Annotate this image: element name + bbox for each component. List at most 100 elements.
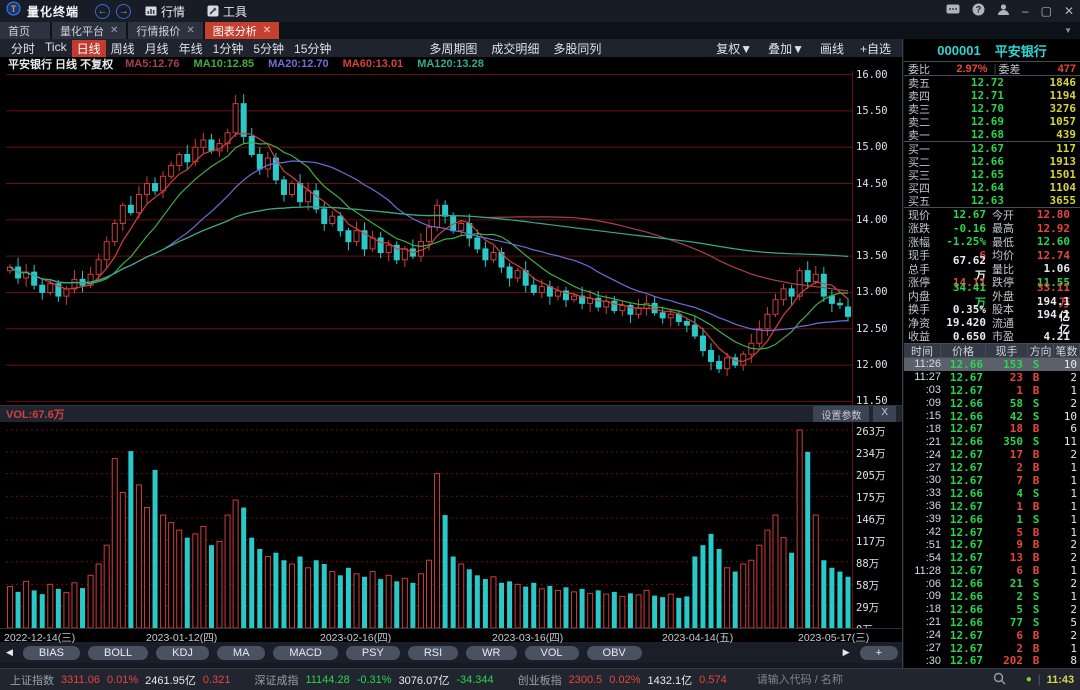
index-name: 上证指数	[10, 672, 54, 688]
tool-button-+自选[interactable]: +自选	[855, 40, 896, 57]
indicator-button-WR[interactable]: WR	[466, 646, 516, 660]
tab-close-icon[interactable]: ✕	[263, 25, 271, 36]
tick-row[interactable]: :0612.6621S2	[904, 577, 1080, 590]
period-button-分时[interactable]: 分时	[6, 40, 40, 57]
volume-settings-button[interactable]: 设置参数	[813, 406, 869, 423]
tick-row[interactable]: :1812.6718B6	[904, 422, 1080, 435]
tick-row[interactable]: :2412.6717B2	[904, 448, 1080, 461]
back-button[interactable]: ←	[95, 4, 110, 19]
indicator-add-button[interactable]: +	[860, 646, 898, 660]
tab-overflow-icon[interactable]: ▼	[1056, 22, 1080, 39]
tick-row[interactable]: :5412.6713B2	[904, 551, 1080, 564]
ask-row[interactable]: 卖一12.68439	[904, 128, 1080, 141]
tick-count: 10	[1049, 358, 1077, 371]
indicator-button-RSI[interactable]: RSI	[408, 646, 458, 660]
close-button[interactable]: ✕	[1064, 4, 1074, 18]
svg-text:?: ?	[976, 5, 982, 15]
volume-close-button[interactable]: X	[873, 406, 896, 423]
tick-row[interactable]: 11:2812.676B1	[904, 564, 1080, 577]
indicator-button-OBV[interactable]: OBV	[587, 646, 642, 660]
user-icon[interactable]	[997, 3, 1010, 19]
tick-row[interactable]: :3312.664S1	[904, 487, 1080, 500]
tool-button-复权▼[interactable]: 复权▼	[711, 40, 757, 57]
price-tick-label: 15.50	[856, 105, 888, 117]
indicator-button-BIAS[interactable]: BIAS	[23, 646, 80, 660]
tick-row[interactable]: :2712.672B1	[904, 642, 1080, 655]
tick-row[interactable]: :5112.679B2	[904, 538, 1080, 551]
bid-row[interactable]: 买五12.633655	[904, 194, 1080, 207]
forward-button[interactable]: →	[116, 4, 131, 19]
view-button-成交明细[interactable]: 成交明细	[486, 40, 544, 57]
period-button-15分钟[interactable]: 15分钟	[289, 40, 336, 57]
tab-行情报价[interactable]: 行情报价✕	[128, 22, 202, 39]
candlestick-chart[interactable]: 16.0015.5015.0014.5014.0013.5013.0012.50…	[0, 71, 902, 405]
period-button-1分钟[interactable]: 1分钟	[208, 40, 249, 57]
tick-row[interactable]: :1512.6642S10	[904, 410, 1080, 423]
price-tick-label: 13.00	[856, 286, 888, 298]
search-icon[interactable]	[993, 672, 1006, 688]
tool-button-画线[interactable]: 画线	[815, 40, 849, 57]
tick-direction: B	[1023, 551, 1049, 564]
tick-direction: B	[1023, 500, 1049, 513]
tick-row[interactable]: :2112.66350S11	[904, 435, 1080, 448]
tab-close-icon[interactable]: ✕	[186, 25, 194, 36]
tick-row[interactable]: :2412.676B2	[904, 629, 1080, 642]
tick-row[interactable]: :0912.662S1	[904, 590, 1080, 603]
index-change: 0.321	[203, 674, 231, 686]
indicator-button-KDJ[interactable]: KDJ	[156, 646, 209, 660]
tab-首页[interactable]: 首页	[0, 22, 50, 39]
stock-search-input[interactable]	[757, 674, 987, 686]
message-icon[interactable]	[946, 4, 960, 19]
tab-图表分析[interactable]: 图表分析✕	[205, 22, 279, 39]
tick-count: 1	[1049, 461, 1077, 474]
help-icon[interactable]: ?	[972, 3, 985, 19]
minimize-button[interactable]: –	[1022, 4, 1029, 18]
period-button-年线[interactable]: 年线	[174, 40, 208, 57]
tick-count: 1	[1049, 590, 1077, 603]
tick-row[interactable]: :1812.665S2	[904, 603, 1080, 616]
view-button-多股同列[interactable]: 多股同列	[548, 40, 606, 57]
period-button-月线[interactable]: 月线	[140, 40, 174, 57]
tab-量化平台[interactable]: 量化平台✕	[52, 22, 126, 39]
period-button-周线[interactable]: 周线	[106, 40, 140, 57]
tick-row[interactable]: :2112.6677S5	[904, 616, 1080, 629]
view-button-多周期图[interactable]: 多周期图	[424, 40, 482, 57]
tab-close-icon[interactable]: ✕	[110, 25, 118, 36]
tick-price: 12.66	[941, 410, 983, 423]
period-button-日线[interactable]: 日线	[72, 40, 106, 57]
tick-count: 5	[1049, 616, 1077, 629]
candlestick-svg	[0, 71, 903, 405]
tick-row[interactable]: :2712.672B1	[904, 461, 1080, 474]
tick-volume: 18	[983, 422, 1023, 435]
tick-row[interactable]: 11:2612.66153S10	[904, 358, 1080, 371]
indicator-button-PSY[interactable]: PSY	[346, 646, 400, 660]
tick-row[interactable]: :0312.671B1	[904, 384, 1080, 397]
period-buttons: 分时Tick日线周线月线年线1分钟5分钟15分钟	[6, 40, 336, 57]
indicator-button-MA[interactable]: MA	[217, 646, 266, 660]
detail-value: -0.16	[944, 222, 992, 235]
period-button-Tick[interactable]: Tick	[40, 40, 72, 57]
tick-direction: S	[1023, 358, 1049, 371]
tick-time: 11:27	[907, 371, 941, 383]
detail-value: 12.60	[1028, 235, 1076, 248]
level-volume: 1194	[1030, 89, 1076, 102]
tick-row[interactable]: :3012.677B1	[904, 474, 1080, 487]
tick-time: :09	[907, 397, 941, 409]
tick-row[interactable]: :0912.6658S2	[904, 397, 1080, 410]
tick-row[interactable]: 11:2712.6723B2	[904, 371, 1080, 384]
menu-quotes[interactable]: 行情	[137, 3, 193, 20]
maximize-button[interactable]: ▢	[1041, 4, 1052, 18]
period-button-5分钟[interactable]: 5分钟	[248, 40, 289, 57]
tick-row[interactable]: :3912.661S1	[904, 513, 1080, 526]
tick-row[interactable]: :4212.675B1	[904, 526, 1080, 539]
indicator-button-BOLL[interactable]: BOLL	[88, 646, 148, 660]
tick-row[interactable]: :3612.671B1	[904, 500, 1080, 513]
indicator-button-VOL[interactable]: VOL	[525, 646, 579, 660]
volume-chart[interactable]: 263万234万205万175万146万117万88万58万29万0万	[0, 422, 902, 628]
tick-count: 2	[1049, 448, 1077, 461]
menu-tools[interactable]: 工具	[199, 3, 255, 20]
indicator-button-MACD[interactable]: MACD	[273, 646, 337, 660]
indicator-scroll-left-icon[interactable]: ◀	[4, 647, 15, 658]
tool-button-叠加▼[interactable]: 叠加▼	[763, 40, 809, 57]
indicator-scroll-right-icon[interactable]: ▶	[841, 647, 852, 658]
